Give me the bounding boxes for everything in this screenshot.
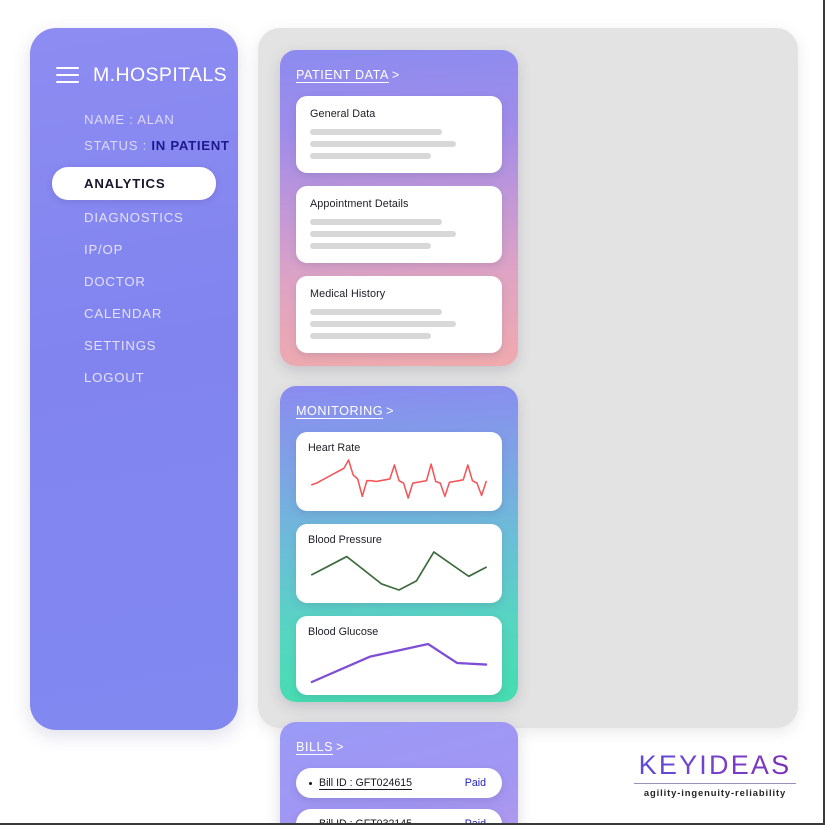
chart-card-heart-rate[interactable]: Heart Rate	[296, 432, 502, 511]
blood-pressure-chart	[311, 551, 487, 591]
bullet-icon	[309, 781, 312, 785]
panel-patient-data: PATIENT DATA > General Data Appointment D…	[280, 50, 518, 366]
sidebar-item-analytics[interactable]: ANALYTICS	[52, 167, 216, 200]
skeleton-line	[310, 309, 442, 315]
chart-title: Blood Glucose	[308, 626, 379, 638]
sidebar: M.HOSPITALS NAME : ALAN STATUS : IN PATI…	[30, 28, 238, 730]
sidebar-item-label: IP/OP	[84, 242, 124, 257]
sidebar-item-calendar[interactable]: CALENDAR	[52, 298, 216, 329]
app-root: M.HOSPITALS NAME : ALAN STATUS : IN PATI…	[0, 0, 825, 825]
panel-title-text: MONITORING	[296, 404, 384, 418]
sidebar-item-label: CALENDAR	[84, 306, 163, 321]
bill-row[interactable]: Bill ID : GFT024615 Paid	[296, 768, 502, 798]
skeleton-line	[310, 129, 442, 135]
logo-wordmark: KEYIDEAS	[634, 752, 796, 779]
patient-status-value: IN PATIENT	[151, 138, 230, 153]
panel-title-text: PATIENT DATA	[296, 68, 389, 82]
bill-row-left: Bill ID : GFT024615	[309, 777, 412, 789]
patient-meta: NAME : ALAN STATUS : IN PATIENT	[30, 112, 238, 153]
skeleton-line	[310, 243, 432, 249]
sidebar-item-diagnostics[interactable]: DIAGNOSTICS	[52, 202, 216, 233]
chevron-right-icon: >	[391, 68, 400, 82]
skeleton-line	[310, 141, 456, 147]
chart-title: Blood Pressure	[308, 534, 382, 546]
bill-status-badge: Paid	[464, 777, 486, 789]
card-medical-history[interactable]: Medical History	[296, 276, 502, 353]
card-title: General Data	[310, 108, 376, 120]
brand-title: M.HOSPITALS	[93, 63, 228, 86]
logo-tagline: agility-ingenuity-reliability	[643, 787, 787, 798]
sidebar-item-label: ANALYTICS	[84, 176, 166, 191]
patient-status-label: STATUS :	[84, 138, 147, 153]
panel-patient-data-title[interactable]: PATIENT DATA >	[296, 68, 400, 82]
card-title: Medical History	[310, 288, 386, 300]
panel-bills-title[interactable]: BILLS >	[296, 740, 344, 754]
card-appointment-details[interactable]: Appointment Details	[296, 186, 502, 263]
sidebar-nav: ANALYTICS DIAGNOSTICS IP/OP DOCTOR CALEN…	[30, 167, 238, 393]
chart-card-blood-glucose[interactable]: Blood Glucose	[296, 616, 502, 695]
chart-title: Heart Rate	[308, 442, 361, 454]
skeleton-line	[310, 153, 432, 159]
patient-name: NAME : ALAN	[84, 112, 175, 127]
bill-id-label: Bill ID : GFT024615	[319, 777, 413, 789]
sidebar-item-settings[interactable]: SETTINGS	[52, 330, 216, 361]
chart-card-blood-pressure[interactable]: Blood Pressure	[296, 524, 502, 603]
keyideas-logo: KEYIDEAS agility-ingenuity-reliability	[634, 752, 796, 798]
skeleton-line	[310, 231, 456, 237]
sidebar-item-logout[interactable]: LOGOUT	[52, 362, 216, 393]
sidebar-item-doctor[interactable]: DOCTOR	[52, 266, 216, 297]
sidebar-item-label: SETTINGS	[84, 338, 157, 353]
patient-status: STATUS : IN PATIENT	[84, 138, 238, 153]
card-title: Appointment Details	[310, 198, 409, 210]
chevron-right-icon: >	[386, 404, 395, 418]
sidebar-item-label: DIAGNOSTICS	[84, 210, 184, 225]
sidebar-item-ipop[interactable]: IP/OP	[52, 234, 216, 265]
panel-monitoring: MONITORING > Heart Rate Blood Pressure Bl…	[280, 386, 518, 702]
hamburger-icon[interactable]	[56, 67, 79, 83]
panel-monitoring-title[interactable]: MONITORING >	[296, 404, 394, 418]
sidebar-item-label: LOGOUT	[84, 370, 145, 385]
dashboard-board: PATIENT DATA > General Data Appointment D…	[258, 28, 798, 825]
skeleton-line	[310, 219, 442, 225]
skeleton-line	[310, 333, 432, 339]
skeleton-line	[310, 321, 456, 327]
panel-title-text: BILLS	[296, 740, 334, 754]
sidebar-item-label: DOCTOR	[84, 274, 146, 289]
sidebar-brand-row: M.HOSPITALS	[30, 60, 238, 90]
heart-rate-chart	[311, 459, 487, 499]
logo-divider	[634, 783, 796, 784]
chevron-right-icon: >	[336, 740, 344, 754]
panel-bills: BILLS > Bill ID : GFT024615 Paid Bill ID …	[280, 722, 518, 825]
card-general-data[interactable]: General Data	[296, 96, 502, 173]
blood-glucose-chart	[310, 642, 488, 684]
